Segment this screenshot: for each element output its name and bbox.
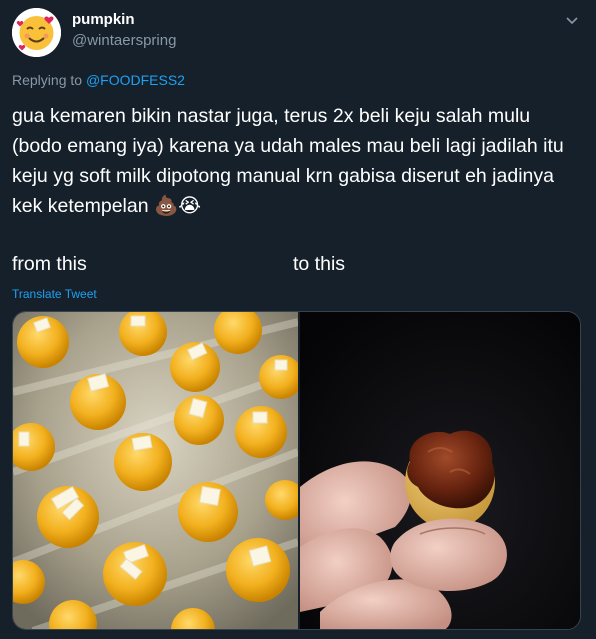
comparison-labels: from this to this bbox=[12, 253, 584, 281]
label-to-this: to this bbox=[293, 253, 346, 275]
user-handle[interactable]: @wintaerspring bbox=[72, 32, 176, 49]
burnt-nastar-in-hand-photo[interactable] bbox=[300, 312, 581, 630]
replying-to-mention-link[interactable]: @FOODFESS2 bbox=[86, 72, 185, 88]
tweet-text: gua kemaren bikin nastar juga, terus 2x … bbox=[12, 105, 564, 217]
media-grid bbox=[12, 311, 581, 630]
replying-to-line: Replying to @FOODFESS2 bbox=[12, 72, 185, 88]
tweet-header: pumpkin @wintaerspring bbox=[0, 0, 596, 64]
display-name[interactable]: pumpkin bbox=[72, 11, 135, 28]
avatar[interactable] bbox=[12, 8, 61, 57]
translate-tweet-link[interactable]: Translate Tweet bbox=[12, 287, 97, 301]
chevron-down-icon[interactable] bbox=[564, 12, 580, 28]
replying-to-label: Replying to bbox=[12, 72, 83, 88]
nastar-cookies-with-cheese-tray-photo[interactable] bbox=[13, 312, 298, 630]
label-from-this: from this bbox=[12, 253, 87, 275]
smiling-face-with-hearts-emoji-icon bbox=[12, 8, 61, 57]
